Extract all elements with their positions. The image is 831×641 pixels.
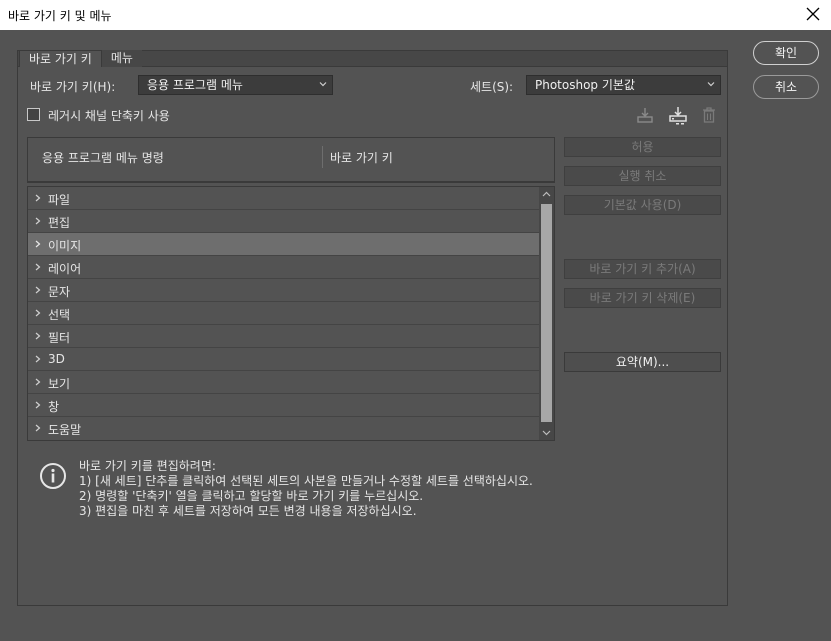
column-header-command[interactable]: 응용 프로그램 메뉴 명령 — [42, 149, 164, 166]
save-set-icon — [637, 108, 653, 123]
chevron-down-icon — [707, 82, 715, 87]
scroll-up-button[interactable] — [539, 187, 554, 202]
delete-set-button[interactable] — [698, 105, 720, 125]
list-item[interactable]: 창 — [28, 394, 539, 417]
cancel-button[interactable]: 취소 — [753, 75, 819, 99]
chevron-right-icon — [35, 401, 41, 409]
tab-menus[interactable]: 메뉴 — [101, 50, 142, 67]
chevron-right-icon — [35, 309, 41, 317]
trash-icon — [703, 107, 715, 123]
list-item-label: 선택 — [48, 308, 71, 322]
scroll-thumb[interactable] — [541, 204, 552, 422]
column-divider — [322, 146, 323, 168]
save-set-button[interactable] — [634, 105, 656, 125]
list-item-label: 파일 — [48, 193, 71, 207]
list-item-label: 창 — [48, 400, 60, 414]
chevron-right-icon — [35, 355, 41, 363]
list-item[interactable]: 3D — [28, 348, 539, 371]
chevron-down-icon — [319, 82, 327, 87]
chevron-right-icon — [35, 424, 41, 432]
shortcuts-for-select[interactable]: 응용 프로그램 메뉴 — [138, 75, 333, 95]
summarize-button[interactable]: 요약(M)... — [564, 352, 721, 372]
list-item-label: 도움말 — [48, 423, 82, 437]
list-item[interactable]: 편집 — [28, 210, 539, 233]
chevron-right-icon — [35, 240, 41, 248]
list-item-label: 레이어 — [48, 262, 82, 276]
list-item-label: 보기 — [48, 377, 71, 391]
column-header-shortcut[interactable]: 바로 가기 키 — [330, 149, 393, 166]
info-line: 2) 명령할 '단축키' 열을 클릭하고 할당할 바로 가기 키를 누르십시오. — [79, 489, 424, 503]
table-header: 응용 프로그램 메뉴 명령 바로 가기 키 — [27, 137, 555, 182]
close-button[interactable] — [803, 4, 823, 24]
list-item-label: 3D — [48, 352, 65, 366]
info-heading: 바로 가기 키를 편집하려면: — [79, 459, 216, 473]
chevron-right-icon — [35, 263, 41, 271]
info-text: 바로 가기 키를 편집하려면: 1) [새 세트] 단추를 클릭하여 선택된 세… — [79, 459, 533, 519]
chevron-right-icon — [35, 378, 41, 386]
list-item[interactable]: 파일 — [28, 187, 539, 210]
delete-shortcut-button[interactable]: 바로 가기 키 삭제(E) — [564, 288, 721, 308]
chevron-right-icon — [35, 217, 41, 225]
undo-button[interactable]: 실행 취소 — [564, 166, 721, 186]
list-item-label: 필터 — [48, 331, 71, 345]
new-set-icon — [669, 107, 687, 125]
info-line: 1) [새 세트] 단추를 클릭하여 선택된 세트의 사본을 만들거나 수정할 … — [79, 474, 533, 488]
list-item[interactable]: 도움말 — [28, 417, 539, 440]
set-label: 세트(S): — [470, 80, 514, 94]
set-value: Photoshop 기본값 — [535, 78, 635, 92]
tab-keyboard-shortcuts[interactable]: 바로 가기 키 — [19, 50, 102, 67]
accept-button[interactable]: 허용 — [564, 137, 721, 157]
chevron-right-icon — [35, 286, 41, 294]
command-list: 파일 편집 이미지 레이어 문자 선택 필터 3D 보기 창 도움말 — [27, 186, 555, 441]
set-select[interactable]: Photoshop 기본값 — [526, 75, 721, 95]
shortcuts-for-value: 응용 프로그램 메뉴 — [147, 78, 243, 92]
close-icon — [806, 7, 820, 21]
chevron-down-icon — [542, 430, 551, 436]
list-item[interactable]: 보기 — [28, 371, 539, 394]
legacy-channel-label: 레거시 채널 단축키 사용 — [48, 109, 170, 123]
list-scrollbar[interactable] — [539, 187, 554, 440]
chevron-right-icon — [35, 332, 41, 340]
list-item[interactable]: 선택 — [28, 302, 539, 325]
add-shortcut-button[interactable]: 바로 가기 키 추가(A) — [564, 259, 721, 279]
list-item[interactable]: 레이어 — [28, 256, 539, 279]
list-item-label: 편집 — [48, 216, 71, 230]
info-icon — [39, 462, 67, 490]
list-item-label: 문자 — [48, 285, 71, 299]
list-item[interactable]: 필터 — [28, 325, 539, 348]
title-bar: 바로 가기 키 및 메뉴 — [0, 0, 831, 30]
scroll-down-button[interactable] — [539, 425, 554, 440]
list-item[interactable]: 문자 — [28, 279, 539, 302]
use-default-button[interactable]: 기본값 사용(D) — [564, 195, 721, 215]
info-line: 3) 편집을 마친 후 세트를 저장하여 모든 변경 내용을 저장하십시오. — [79, 504, 417, 518]
legacy-channel-checkbox[interactable] — [27, 108, 40, 121]
ok-button[interactable]: 확인 — [753, 41, 819, 65]
shortcuts-for-label: 바로 가기 키(H): — [30, 80, 116, 94]
chevron-up-icon — [542, 191, 551, 197]
list-item-selected[interactable]: 이미지 — [28, 233, 539, 256]
header-separator — [27, 181, 555, 183]
new-set-button[interactable] — [667, 105, 689, 125]
tab-bar: 바로 가기 키 메뉴 — [19, 50, 142, 67]
chevron-right-icon — [35, 194, 41, 202]
list-item-label: 이미지 — [48, 239, 82, 253]
window-title: 바로 가기 키 및 메뉴 — [8, 9, 112, 23]
